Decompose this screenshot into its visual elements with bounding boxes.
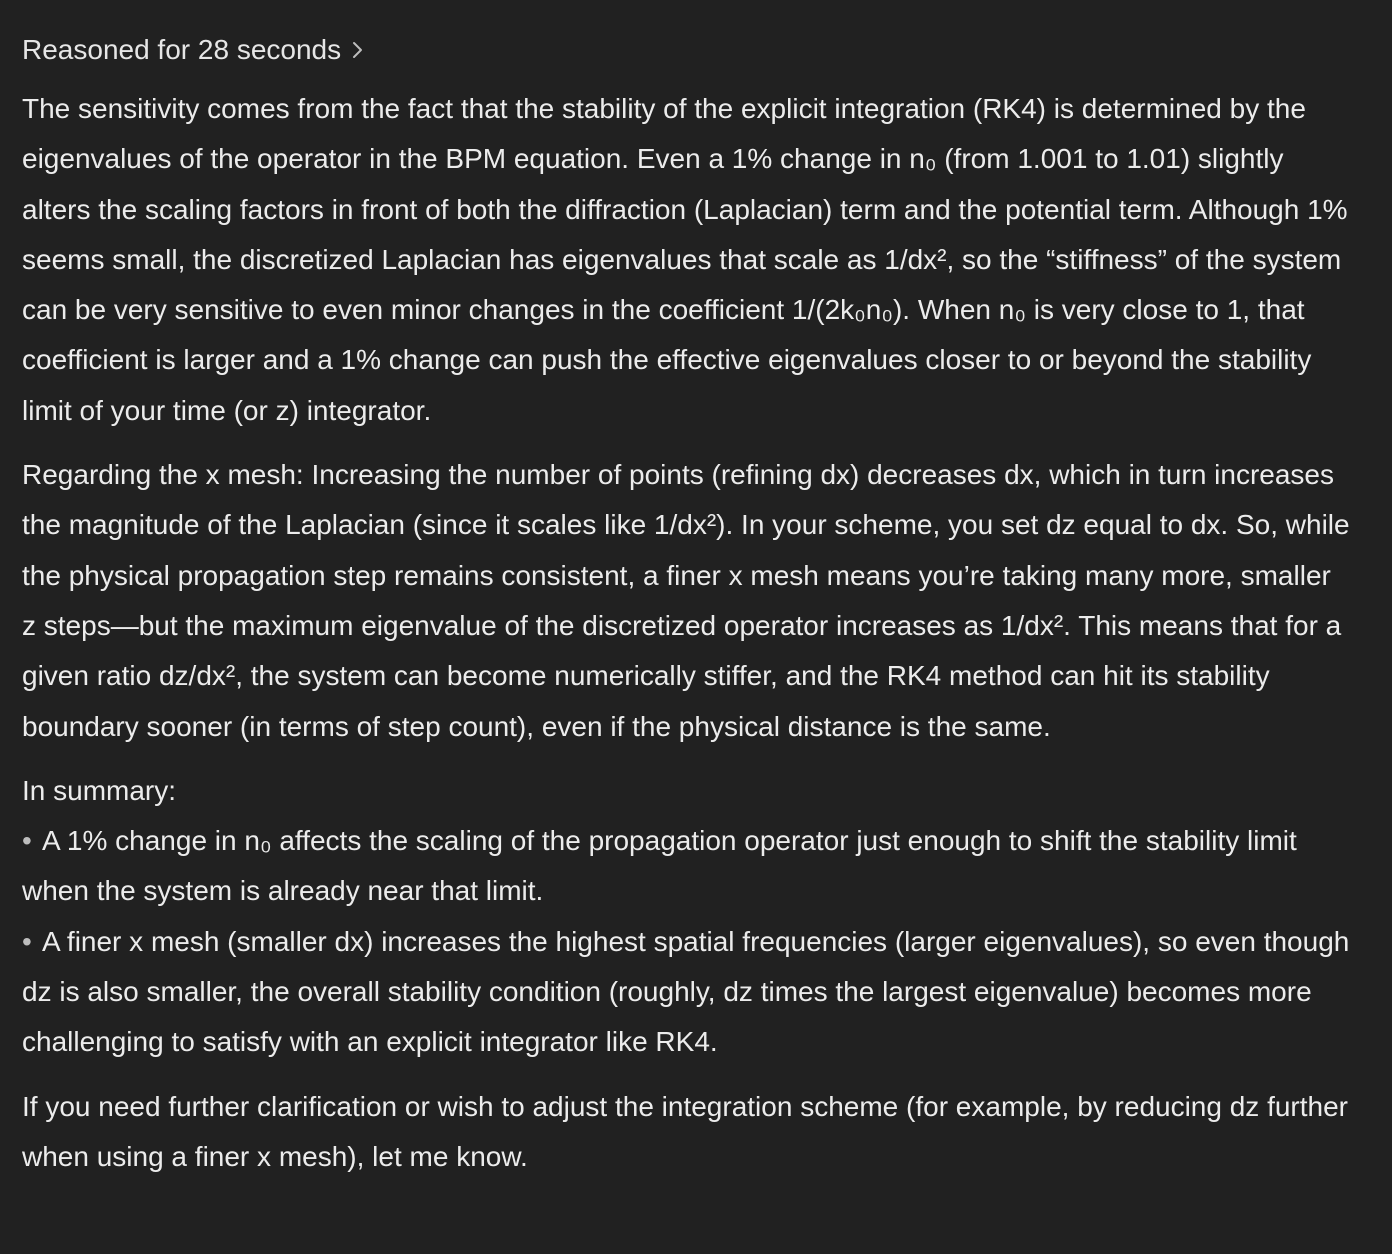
bullet-marker: • xyxy=(22,825,32,857)
summary-bullet: • A 1% change in n₀ affects the scaling o… xyxy=(22,816,1352,917)
reasoning-toggle[interactable]: Reasoned for 28 seconds xyxy=(22,24,365,76)
bullet-text: A finer x mesh (smaller dx) increases th… xyxy=(22,925,1350,1058)
summary-bullet: • A finer x mesh (smaller dx) increases t… xyxy=(22,917,1352,1068)
message-paragraph: The sensitivity comes from the fact that… xyxy=(22,93,1348,426)
summary-heading: In summary: xyxy=(22,774,177,806)
assistant-message: Reasoned for 28 seconds The sensitivity … xyxy=(0,0,1392,1182)
summary-section: In summary: • A 1% change in n₀ affects t… xyxy=(22,766,1352,1068)
bullet-text: A 1% change in n₀ affects the scaling of… xyxy=(22,825,1297,907)
chevron-right-icon xyxy=(351,40,365,60)
bullet-marker: • xyxy=(22,925,32,957)
message-paragraph: Regarding the x mesh: Increasing the num… xyxy=(22,459,1350,742)
reasoning-toggle-label: Reasoned for 28 seconds xyxy=(22,34,342,65)
message-paragraph: If you need further clarification or wis… xyxy=(22,1090,1349,1172)
